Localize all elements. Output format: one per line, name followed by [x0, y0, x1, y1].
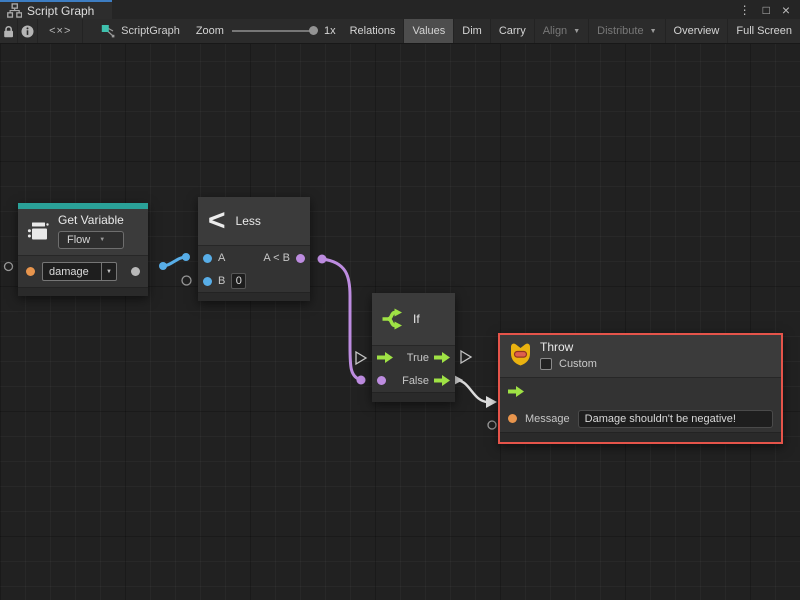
zoom-value: 1x [324, 25, 336, 37]
node-footer [18, 287, 148, 296]
condition-input-port[interactable] [377, 376, 386, 385]
node-get-variable[interactable]: Get Variable Flow ▼ damage ▼ [18, 203, 148, 296]
graph-canvas[interactable]: Get Variable Flow ▼ damage ▼ [0, 44, 800, 600]
message-label: Message [525, 413, 570, 425]
distribute-button[interactable]: Distribute▼ [589, 19, 665, 43]
zoom-slider-handle[interactable] [309, 26, 318, 35]
code-view-button[interactable]: <×> [38, 19, 83, 43]
node-title: Get Variable [58, 213, 124, 227]
variable-name-dropdown[interactable]: damage ▼ [42, 262, 117, 281]
wire-endpoint [357, 376, 366, 385]
branch-icon [380, 306, 406, 332]
custom-checkbox-label: Custom [559, 358, 597, 370]
toolbar: <×> ScriptGraph Zoom 1x Relations Values… [0, 19, 800, 44]
output-port[interactable] [296, 254, 305, 263]
message-field[interactable]: Damage shouldn't be negative! [578, 410, 773, 428]
node-body: Message Damage shouldn't be negative! [500, 377, 781, 432]
b-value-field[interactable]: 0 [231, 273, 246, 289]
node-body: True False [372, 345, 455, 392]
wire-if-to-throw[interactable] [456, 380, 488, 402]
window-controls: ⋮ □ × [739, 0, 800, 19]
flow-hint-triangle [356, 352, 366, 364]
maximize-icon[interactable]: □ [763, 4, 770, 16]
titlebar: Script Graph ⋮ □ × [0, 0, 800, 19]
input-port-b[interactable] [203, 277, 212, 286]
info-button[interactable] [18, 19, 38, 43]
node-throw[interactable]: Throw Custom Message Damage shouldn't be… [498, 333, 783, 444]
node-header: Throw Custom [500, 335, 781, 377]
relations-button[interactable]: Relations [342, 19, 405, 43]
overview-button[interactable]: Overview [666, 19, 729, 43]
wire-arrowhead [486, 396, 497, 408]
node-body: damage ▼ [18, 255, 148, 287]
flow-hint-triangle [461, 351, 471, 363]
node-header: If [372, 293, 455, 345]
port-label-a: A [218, 252, 225, 264]
port-hint-circle [182, 276, 191, 285]
custom-checkbox[interactable] [540, 358, 552, 370]
values-button[interactable]: Values [404, 19, 454, 43]
less-than-icon: < [208, 206, 226, 236]
wire-damage-to-lessA[interactable] [163, 257, 186, 266]
node-header: Get Variable Flow ▼ [18, 209, 148, 255]
node-footer [500, 432, 781, 442]
port-label-b: B [218, 275, 225, 287]
align-button[interactable]: Align▼ [535, 19, 589, 43]
node-header: < Less [198, 197, 310, 245]
input-port-a[interactable] [203, 254, 212, 263]
graph-hierarchy-icon [7, 3, 22, 18]
node-footer [372, 392, 455, 402]
lock-button[interactable] [0, 19, 18, 43]
variable-icon [26, 219, 50, 243]
close-icon[interactable]: × [782, 3, 790, 17]
zoom-control: Zoom 1x [190, 19, 342, 43]
flow-input-port[interactable] [508, 386, 524, 397]
port-hint-circle [5, 263, 13, 271]
port-label-false: False [402, 375, 429, 387]
variable-scope-dropdown[interactable]: Flow ▼ [58, 231, 124, 249]
true-output-port[interactable] [434, 352, 450, 363]
wire-endpoint [182, 253, 190, 261]
tab-label: Script Graph [27, 4, 94, 18]
script-graph-icon [101, 24, 115, 38]
value-output-port[interactable] [131, 267, 140, 276]
zoom-slider[interactable] [232, 30, 316, 32]
full-screen-button[interactable]: Full Screen [728, 19, 800, 43]
info-icon [21, 25, 34, 38]
value-input-port[interactable] [26, 267, 35, 276]
lock-icon [3, 25, 14, 38]
graph-name-label: ScriptGraph [121, 25, 180, 37]
chevron-down-icon: ▼ [650, 28, 657, 35]
zoom-label: Zoom [196, 25, 224, 37]
node-if[interactable]: If True False [372, 293, 455, 402]
throw-error-icon [509, 340, 532, 367]
wire-endpoint [159, 262, 167, 270]
chevron-down-icon: ▼ [99, 237, 105, 243]
false-output-port[interactable] [434, 375, 450, 386]
more-icon[interactable]: ⋮ [739, 4, 751, 16]
port-label-output: A < B [263, 252, 290, 264]
node-footer [198, 292, 310, 301]
message-input-port[interactable] [508, 414, 517, 423]
dim-button[interactable]: Dim [454, 19, 491, 43]
flow-input-port[interactable] [377, 352, 393, 363]
code-icon: <×> [49, 25, 71, 37]
node-less[interactable]: < Less A A < B B 0 [198, 197, 310, 301]
wire-less-to-if[interactable] [322, 259, 361, 380]
tab-script-graph[interactable]: Script Graph [0, 0, 112, 19]
script-graph-window: Script Graph ⋮ □ × <×> [0, 0, 800, 600]
node-title: Less [236, 214, 261, 228]
graph-name[interactable]: ScriptGraph [91, 19, 190, 43]
node-title: If [413, 312, 420, 326]
chevron-down-icon: ▼ [573, 28, 580, 35]
carry-button[interactable]: Carry [491, 19, 535, 43]
port-hint-circle [488, 421, 496, 429]
node-body: A A < B B 0 [198, 245, 310, 292]
wire-endpoint [318, 255, 327, 264]
node-title: Throw [540, 340, 597, 354]
port-label-true: True [407, 352, 429, 364]
chevron-down-icon: ▼ [101, 263, 116, 280]
